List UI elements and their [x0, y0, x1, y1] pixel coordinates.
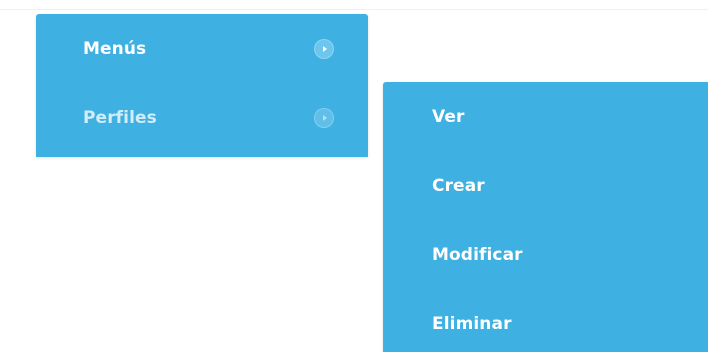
menu-item-label: Menús — [83, 39, 147, 59]
primary-dropdown-menu: Menús Perfiles — [36, 14, 368, 157]
menu-item-perfiles[interactable]: Perfiles — [36, 101, 368, 135]
menu-item-menus[interactable]: Menús — [36, 32, 368, 66]
submenu-item-label: Crear — [432, 176, 485, 196]
menu-item-label: Perfiles — [83, 108, 157, 128]
submenu-item-eliminar[interactable]: Eliminar — [383, 307, 708, 341]
submenu-item-modificar[interactable]: Modificar — [383, 238, 708, 272]
submenu-item-crear[interactable]: Crear — [383, 169, 708, 203]
chevron-right-circle-icon — [314, 108, 334, 128]
top-divider — [0, 9, 708, 10]
submenu-perfiles: Ver Crear Modificar Eliminar — [383, 82, 708, 352]
submenu-item-label: Ver — [432, 107, 465, 127]
submenu-item-label: Modificar — [432, 245, 523, 265]
submenu-item-ver[interactable]: Ver — [383, 100, 708, 134]
submenu-item-label: Eliminar — [432, 314, 512, 334]
chevron-right-circle-icon — [314, 39, 334, 59]
